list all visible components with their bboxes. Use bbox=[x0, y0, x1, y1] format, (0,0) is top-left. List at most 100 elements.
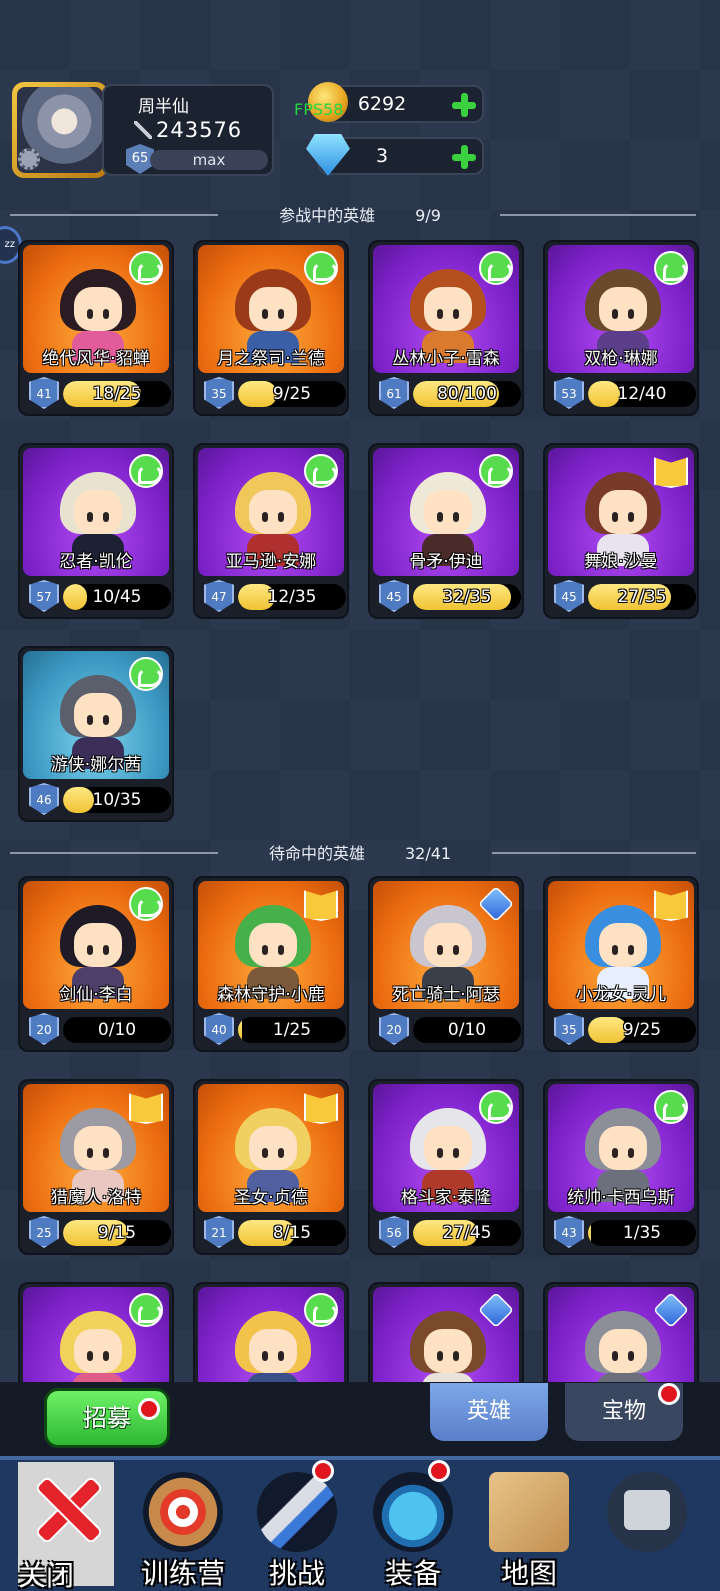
hero-name: 绝代风华·貂蝉 bbox=[42, 349, 150, 369]
hero-name: 双枪·琳娜 bbox=[584, 349, 658, 369]
hero-card[interactable] bbox=[18, 1282, 174, 1382]
hero-card[interactable]: 小龙女·灵儿 35 9/25 bbox=[543, 876, 699, 1052]
shard-progress-text: 27/45 bbox=[442, 1223, 492, 1243]
hero-card[interactable] bbox=[368, 1282, 524, 1382]
hero-level-shield: 53 bbox=[554, 377, 584, 409]
notification-dot bbox=[138, 1398, 160, 1420]
shard-progress-text: 9/15 bbox=[97, 1223, 137, 1243]
shard-progress-text: 12/40 bbox=[617, 384, 667, 404]
hero-portrait: 双枪·琳娜 bbox=[548, 245, 694, 373]
hero-card[interactable]: 亚马逊·安娜 47 12/35 bbox=[193, 443, 349, 619]
hero-stats: 21 8/15 bbox=[198, 1212, 346, 1252]
shard-progress-bar: 12/40 bbox=[588, 381, 696, 407]
hero-card[interactable]: 统帅·卡西乌斯 43 1/35 bbox=[543, 1079, 699, 1255]
target-icon bbox=[143, 1472, 223, 1552]
hero-card[interactable]: 圣女·贞德 21 8/15 bbox=[193, 1079, 349, 1255]
hero-card[interactable] bbox=[543, 1282, 699, 1382]
section-count: 32/41 bbox=[404, 844, 452, 863]
shard-progress-bar: 32/35 bbox=[413, 584, 521, 610]
settings-gear-icon[interactable] bbox=[18, 148, 40, 170]
wing-icon bbox=[129, 454, 163, 488]
add-gem-plus-icon[interactable] bbox=[450, 143, 478, 171]
hero-face bbox=[74, 287, 122, 331]
wing-icon bbox=[479, 454, 513, 488]
hero-level-shield: 21 bbox=[204, 1216, 234, 1248]
shard-progress-bar: 10/45 bbox=[63, 584, 171, 610]
hero-stats: 47 12/35 bbox=[198, 576, 346, 616]
hero-card[interactable]: 双枪·琳娜 53 12/40 bbox=[543, 240, 699, 416]
tab-heroes[interactable]: 英雄 bbox=[430, 1383, 548, 1441]
hero-name: 忍者·凯伦 bbox=[59, 552, 133, 572]
hero-face bbox=[249, 1126, 297, 1170]
shard-progress-text: 1/25 bbox=[272, 1020, 312, 1040]
shard-progress-text: 18/25 bbox=[92, 384, 142, 404]
hero-card[interactable]: 忍者·凯伦 57 10/45 bbox=[18, 443, 174, 619]
hero-card[interactable]: 骨矛·伊迪 45 32/35 bbox=[368, 443, 524, 619]
wing-icon bbox=[479, 251, 513, 285]
hero-card[interactable]: 格斗家·泰隆 56 27/45 bbox=[368, 1079, 524, 1255]
hero-stats: 53 12/40 bbox=[548, 373, 696, 413]
hero-sprite bbox=[60, 1311, 136, 1382]
shard-progress-text: 12/35 bbox=[267, 587, 317, 607]
hero-card[interactable]: 绝代风华·貂蝉 41 18/25 bbox=[18, 240, 174, 416]
hero-portrait: 猎魔人·洛特 bbox=[23, 1084, 169, 1212]
hero-name: 游侠·娜尔茜 bbox=[50, 755, 142, 775]
nav-map[interactable]: 地图 bbox=[474, 1468, 584, 1590]
hero-name: 圣女·贞德 bbox=[234, 1188, 308, 1208]
hero-level-shield: 57 bbox=[29, 580, 59, 612]
hero-card[interactable] bbox=[193, 1282, 349, 1382]
book-icon bbox=[129, 1093, 163, 1124]
shard-progress-bar: 18/25 bbox=[63, 381, 171, 407]
nav-locked[interactable] bbox=[592, 1468, 702, 1588]
wing-icon bbox=[304, 1293, 338, 1327]
player-profile[interactable]: 周半仙 243576 65 max bbox=[12, 82, 274, 178]
hero-stats: 40 1/25 bbox=[198, 1009, 346, 1049]
hero-level-shield: 35 bbox=[554, 1013, 584, 1045]
shard-progress-bar: 80/100 bbox=[413, 381, 521, 407]
hero-card[interactable]: 舞娘·沙曼 45 27/35 bbox=[543, 443, 699, 619]
lock-icon bbox=[624, 1490, 670, 1530]
book-icon bbox=[304, 890, 338, 921]
hero-stats: 35 9/25 bbox=[548, 1009, 696, 1049]
hero-name: 死亡骑士·阿瑟 bbox=[392, 985, 500, 1005]
nav-label: 装备 bbox=[384, 1557, 441, 1590]
hero-face bbox=[249, 923, 297, 967]
hero-name: 统帅·卡西乌斯 bbox=[567, 1188, 675, 1208]
hero-face bbox=[424, 287, 472, 331]
hero-face bbox=[424, 923, 472, 967]
hero-card[interactable]: 森林守护·小鹿 40 1/25 bbox=[193, 876, 349, 1052]
nav-equipment[interactable]: 装备 bbox=[358, 1460, 468, 1590]
hero-card[interactable]: 游侠·娜尔茜 46 10/35 bbox=[18, 646, 174, 822]
hero-face bbox=[249, 1329, 297, 1373]
hero-card[interactable]: 剑仙·李白 20 0/10 bbox=[18, 876, 174, 1052]
hero-stats: 25 9/15 bbox=[23, 1212, 171, 1252]
hero-card[interactable]: 月之祭司·兰德 35 9/25 bbox=[193, 240, 349, 416]
wing-icon bbox=[129, 657, 163, 691]
nav-label: 训练营 bbox=[140, 1557, 225, 1590]
wing-icon bbox=[129, 887, 163, 921]
nav-close[interactable]: 关闭 bbox=[18, 1462, 114, 1591]
hero-stats: 61 80/100 bbox=[373, 373, 521, 413]
hero-portrait: 圣女·贞德 bbox=[198, 1084, 344, 1212]
hero-card[interactable]: 死亡骑士·阿瑟 20 0/10 bbox=[368, 876, 524, 1052]
hero-level-shield: 40 bbox=[204, 1013, 234, 1045]
hero-level-shield: 25 bbox=[29, 1216, 59, 1248]
hero-card[interactable]: 丛林小子·雷森 61 80/100 bbox=[368, 240, 524, 416]
nav-training-camp[interactable]: 训练营 bbox=[128, 1468, 238, 1590]
shard-progress-bar: 12/35 bbox=[238, 584, 346, 610]
hero-portrait bbox=[373, 1287, 519, 1382]
nav-challenge[interactable]: 挑战 bbox=[242, 1460, 352, 1590]
hero-name: 骨矛·伊迪 bbox=[409, 552, 483, 572]
shard-progress-text: 80/100 bbox=[437, 384, 497, 404]
shard-progress-bar: 9/25 bbox=[588, 1017, 696, 1043]
hero-name: 丛林小子·雷森 bbox=[392, 349, 500, 369]
shard-progress-text: 27/35 bbox=[617, 587, 667, 607]
hero-card[interactable]: 猎魔人·洛特 25 9/15 bbox=[18, 1079, 174, 1255]
add-gold-plus-icon[interactable] bbox=[450, 91, 478, 119]
hero-level-shield: 47 bbox=[204, 580, 234, 612]
player-info-panel: 周半仙 243576 65 max bbox=[102, 84, 274, 176]
hero-portrait: 绝代风华·貂蝉 bbox=[23, 245, 169, 373]
hero-face bbox=[74, 1126, 122, 1170]
hero-stats: 20 0/10 bbox=[373, 1009, 521, 1049]
hero-level-shield: 56 bbox=[379, 1216, 409, 1248]
